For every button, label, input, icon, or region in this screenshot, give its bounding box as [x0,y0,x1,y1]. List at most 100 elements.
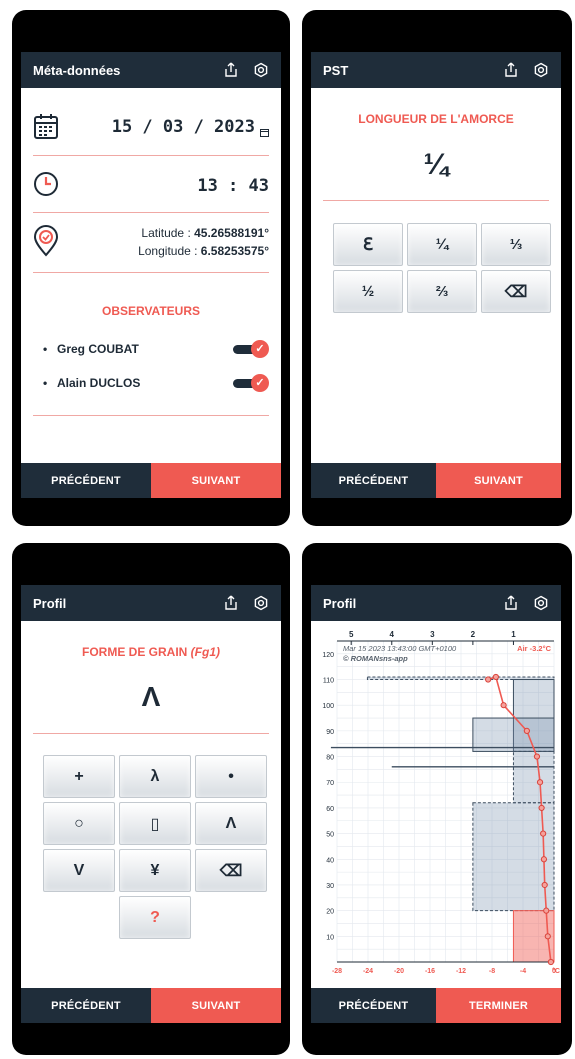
y-tick-label: 90 [326,729,334,736]
key-one-quarter[interactable]: ¼ [407,223,477,266]
app-bar: Méta-données [21,52,281,88]
hardness-layer [472,717,555,752]
backspace-key[interactable]: ⌫ [481,270,551,313]
finish-button[interactable]: TERMINER [436,988,561,1023]
temperature-point [543,907,550,914]
key-square[interactable]: ▯ [119,802,191,845]
bottom-nav: PRÉCÉDENT SUIVANT [311,463,561,498]
top-tick-label: 1 [511,630,516,639]
settings-icon[interactable] [253,62,269,78]
x-tick-label: -20 [394,968,404,975]
time-value[interactable]: 13 : 43 [197,176,269,196]
separator [323,200,549,201]
key-plus[interactable]: + [43,755,115,798]
temperature-point [544,933,551,940]
section-title-main: FORME DE GRAIN [82,645,191,659]
key-one-third[interactable]: ⅓ [481,223,551,266]
temperature-point [523,727,530,734]
bullet: • [43,376,48,390]
next-button[interactable]: SUIVANT [151,463,281,498]
location-pin-icon [33,225,59,262]
y-tick-label: 100 [322,703,334,710]
latitude-line: Latitude : 45.26588191° [138,224,269,242]
observer-name: Greg COUBAT [57,342,139,356]
x-tick-label: -28 [332,968,342,975]
temperature-point [492,673,499,681]
app-bar: Profil [311,585,561,621]
previous-button[interactable]: PRÉCÉDENT [21,988,151,1023]
next-button[interactable]: SUIVANT [151,988,281,1023]
temperature-point [538,804,545,812]
key-two-thirds[interactable]: ⅔ [407,270,477,313]
y-tick-label: 120 [322,652,334,659]
section-title: LONGUEUR DE L'AMORCE [358,112,514,126]
date-row[interactable]: 15 / 03 / 2023 [21,110,281,146]
screen-grain: Profil FORME DE GRAIN (Fg1) Λ + λ • ○ ▯ … [21,585,281,1023]
temperature-point [533,753,541,760]
longitude-line: Longitude : 6.58253575° [138,242,269,260]
settings-icon[interactable] [533,595,549,611]
date-picker-icon[interactable] [260,124,269,142]
hardness-layer [512,750,555,804]
separator [33,733,269,734]
next-button[interactable]: SUIVANT [436,463,561,498]
backspace-key[interactable]: ⌫ [195,849,267,892]
check-icon: ✓ [251,340,269,358]
temperature-point [547,958,554,966]
separator [33,272,269,273]
share-icon[interactable] [503,62,519,78]
time-row[interactable]: 13 : 43 [21,168,281,202]
latitude-label: Latitude : [141,226,195,240]
share-icon[interactable] [223,62,239,78]
keypad: ℇ ¼ ⅓ ½ ⅔ ⌫ [333,223,551,313]
top-tick-label: 5 [349,630,354,639]
temperature-point [485,676,492,683]
observer-toggle[interactable]: ✓ [233,340,269,358]
settings-icon[interactable] [253,595,269,611]
key-circle[interactable]: ○ [43,802,115,845]
share-icon[interactable] [503,595,519,611]
air-temperature-annotation: Air -3.2°C [517,644,551,653]
x-tick-label: -16 [425,968,435,975]
key-lambda[interactable]: λ [119,755,191,798]
selected-value: ¼ [423,148,449,181]
snow-profile-chart[interactable]: 5 4 3 2 1 120 110 100 90 80 70 60 50 40 30 20 10 -28 -24 -2… [311,621,561,986]
temperature-point [541,881,548,889]
share-icon[interactable] [223,595,239,611]
top-tick-label: 2 [471,630,476,639]
temperature-point [540,830,547,837]
top-tick-label: 3 [430,630,435,639]
previous-button[interactable]: PRÉCÉDENT [311,463,436,498]
y-tick-label: 60 [326,806,334,813]
key-one-half[interactable]: ½ [333,270,403,313]
screen-metadata: Méta-données 15 / 03 / 2023 13 : 43 Lati… [21,52,281,498]
page-title: Profil [33,595,67,611]
previous-button[interactable]: PRÉCÉDENT [311,988,436,1023]
key-caret[interactable]: Λ [195,802,267,845]
observer-item: • Alain DUCLOS ✓ [43,374,269,392]
settings-icon[interactable] [533,62,549,78]
latitude-value: 45.26588191° [194,226,269,240]
previous-button[interactable]: PRÉCÉDENT [21,463,151,498]
key-yen[interactable]: ¥ [119,849,191,892]
temperature-point [536,779,544,786]
observer-toggle[interactable]: ✓ [233,374,269,392]
phone-frame-metadata: Méta-données 15 / 03 / 2023 13 : 43 Lati… [12,10,290,526]
observers-title: OBSERVATEURS [101,304,200,318]
key-unknown[interactable]: ? [119,896,191,939]
page-title: Méta-données [33,62,121,78]
observer-item: • Greg COUBAT ✓ [43,340,269,358]
temperature-point [500,702,507,709]
key-v[interactable]: V [43,849,115,892]
key-epsilon[interactable]: ℇ [333,223,403,266]
date-value[interactable]: 15 / 03 / 2023 [112,117,255,137]
bottom-nav: PRÉCÉDENT SUIVANT [21,988,281,1023]
key-dot[interactable]: • [195,755,267,798]
chart-date-annotation: Mar 15 2023 13:43:00 GMT+0100 [343,644,457,653]
separator [33,212,269,213]
section-title-code: (Fg1) [190,645,220,659]
bullet: • [43,342,48,356]
separator [33,155,269,156]
x-tick-label: -24 [363,968,373,975]
credit-annotation: © ROMANsns-app [343,654,408,663]
